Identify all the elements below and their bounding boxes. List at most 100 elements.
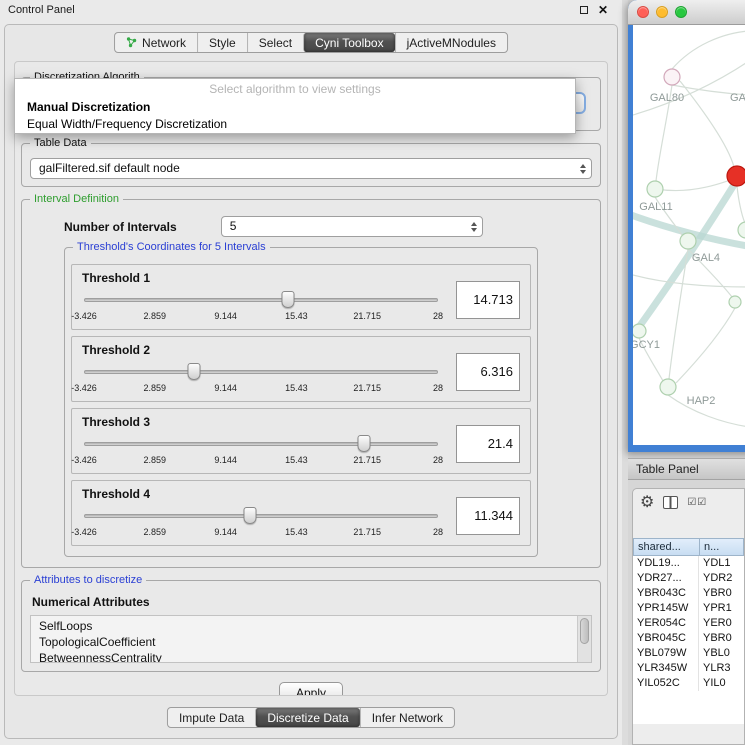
tick-label: 15.43 [285,527,308,537]
threshold-panel: Threshold 3-3.4262.8599.14415.4321.71528… [71,408,531,474]
select-columns-icon[interactable]: ☑☑ [687,497,707,508]
network-canvas[interactable]: GAL80GAGAL11GAL4GCY1HAP2 [633,25,745,445]
network-node-label: GCY1 [633,339,660,351]
tick-label: 2.859 [144,455,167,465]
tab-label: Cyni Toolbox [315,36,383,50]
slider-thumb[interactable] [244,507,257,524]
columns-icon[interactable] [663,496,678,509]
scrollbar[interactable] [577,616,591,662]
panel-title: Control Panel [8,4,75,16]
number-of-intervals-row: Number of Intervals 5 [64,216,594,237]
network-node-selected[interactable] [727,166,745,186]
table-panel-titlebar: Table Panel [628,458,745,480]
table-row[interactable]: YER054CYER0 [633,616,744,631]
tab-label: Select [259,36,292,50]
attribute-list-item[interactable]: SelfLoops [31,618,591,634]
threshold-value-field[interactable]: 11.344 [456,497,520,535]
minimize-traffic-light-icon[interactable] [656,6,668,18]
threshold-slider[interactable] [84,363,438,381]
table-row[interactable]: YBR043CYBR0 [633,586,744,601]
attribute-list-item[interactable]: BetweennessCentrality [31,650,591,663]
table-row[interactable]: YBR045CYBR0 [633,631,744,646]
threshold-value-field[interactable]: 14.713 [456,281,520,319]
scrollbar-thumb[interactable] [580,618,589,644]
slider-track [84,514,438,518]
arrow-up-icon [471,222,477,226]
bottom-tab-infer-network[interactable]: Infer Network [360,708,454,727]
tick-label: -3.426 [71,527,97,537]
algorithm-option[interactable]: Manual Discretization [15,99,575,116]
threshold-value-field[interactable]: 6.316 [456,353,520,391]
algorithm-placeholder: Select algorithm to view settings [15,79,575,99]
algorithm-option[interactable]: Equal Width/Frequency Discretization [15,116,575,133]
table-row[interactable]: YLR345WYLR3 [633,661,744,676]
network-node[interactable] [633,324,646,338]
tab-cyni-toolbox[interactable]: Cyni Toolbox [303,33,394,52]
tick-label: 21.715 [353,311,381,321]
float-window-icon[interactable] [580,6,588,14]
tick-label: 2.859 [144,311,167,321]
table-cell: YDR2 [699,571,744,586]
table-row[interactable]: YPR145WYPR1 [633,601,744,616]
combobox-arrows-icon [471,222,477,232]
network-window-titlebar[interactable] [628,0,745,25]
algorithm-options: Manual DiscretizationEqual Width/Frequen… [15,99,575,133]
threshold-value-field[interactable]: 21.4 [456,425,520,463]
tick-label: 15.43 [285,311,308,321]
number-of-intervals-combobox[interactable]: 5 [221,216,483,237]
arrow-down-icon [471,228,477,232]
table-column-header[interactable]: shared... [633,538,699,556]
zoom-traffic-light-icon[interactable] [675,6,687,18]
threshold-panel: Threshold 4-3.4262.8599.14415.4321.71528… [71,480,531,546]
control-panel: Control Panel ✕ NetworkStyle Select Cyni T… [0,0,622,745]
apply-button[interactable]: Apply [279,682,343,696]
group-label: Threshold's Coordinates for 5 Intervals [73,241,270,253]
threshold-slider[interactable] [84,291,438,309]
network-node[interactable] [664,69,680,85]
group-label: Attributes to discretize [30,574,146,586]
network-node[interactable] [647,181,663,197]
tick-label: 2.859 [144,383,167,393]
network-node[interactable] [738,222,745,238]
threshold-label: Threshold 2 [82,343,150,357]
tick-label: -3.426 [71,311,97,321]
slider-thumb[interactable] [357,435,370,452]
close-icon[interactable]: ✕ [598,4,608,16]
network-node[interactable] [660,379,676,395]
table-row[interactable]: YBL079WYBL0 [633,646,744,661]
tab-jactivemnodules[interactable]: jActiveMNodules [395,33,507,52]
bottom-tab-impute-data[interactable]: Impute Data [168,708,255,727]
threshold-slider[interactable] [84,507,438,525]
table-data-combobox[interactable]: galFiltered.sif default node [30,158,592,179]
table-column-header[interactable]: n... [699,538,744,556]
table-row[interactable]: YDR27...YDR2 [633,571,744,586]
table-cell: YBL079W [633,646,699,661]
table-cell: YDL1 [699,556,744,571]
tab-select[interactable]: Select [247,33,303,52]
network-graph: GAL80GAGAL11GAL4GCY1HAP2 [633,25,745,445]
tab-style[interactable]: Style [197,33,247,52]
table-cell: YLR3 [699,661,744,676]
network-node[interactable] [729,296,741,308]
slider-track [84,370,438,374]
attributes-list: SelfLoopsTopologicalCoefficientBetweenne… [30,615,592,663]
slider-tick-labels: -3.4262.8599.14415.4321.71528 [84,527,438,539]
close-traffic-light-icon[interactable] [637,6,649,18]
tick-label: 28 [433,383,443,393]
table-cell: YIL052C [633,676,699,691]
group-label: Table Data [30,137,91,149]
tab-network[interactable]: Network [115,33,197,52]
tab-label: Infer Network [372,711,443,725]
gear-icon[interactable]: ⚙ [640,495,654,511]
network-node[interactable] [680,233,696,249]
threshold-slider[interactable] [84,435,438,453]
network-edge [633,275,745,287]
slider-thumb[interactable] [187,363,200,380]
table-row[interactable]: YIL052CYIL0 [633,676,744,691]
attribute-list-item[interactable]: TopologicalCoefficient [31,634,591,650]
tick-label: 28 [433,527,443,537]
table-row[interactable]: YDL19...YDL1 [633,556,744,571]
bottom-tab-discretize-data[interactable]: Discretize Data [255,708,359,727]
numerical-attributes-label: Numerical Attributes [32,595,592,609]
slider-thumb[interactable] [282,291,295,308]
